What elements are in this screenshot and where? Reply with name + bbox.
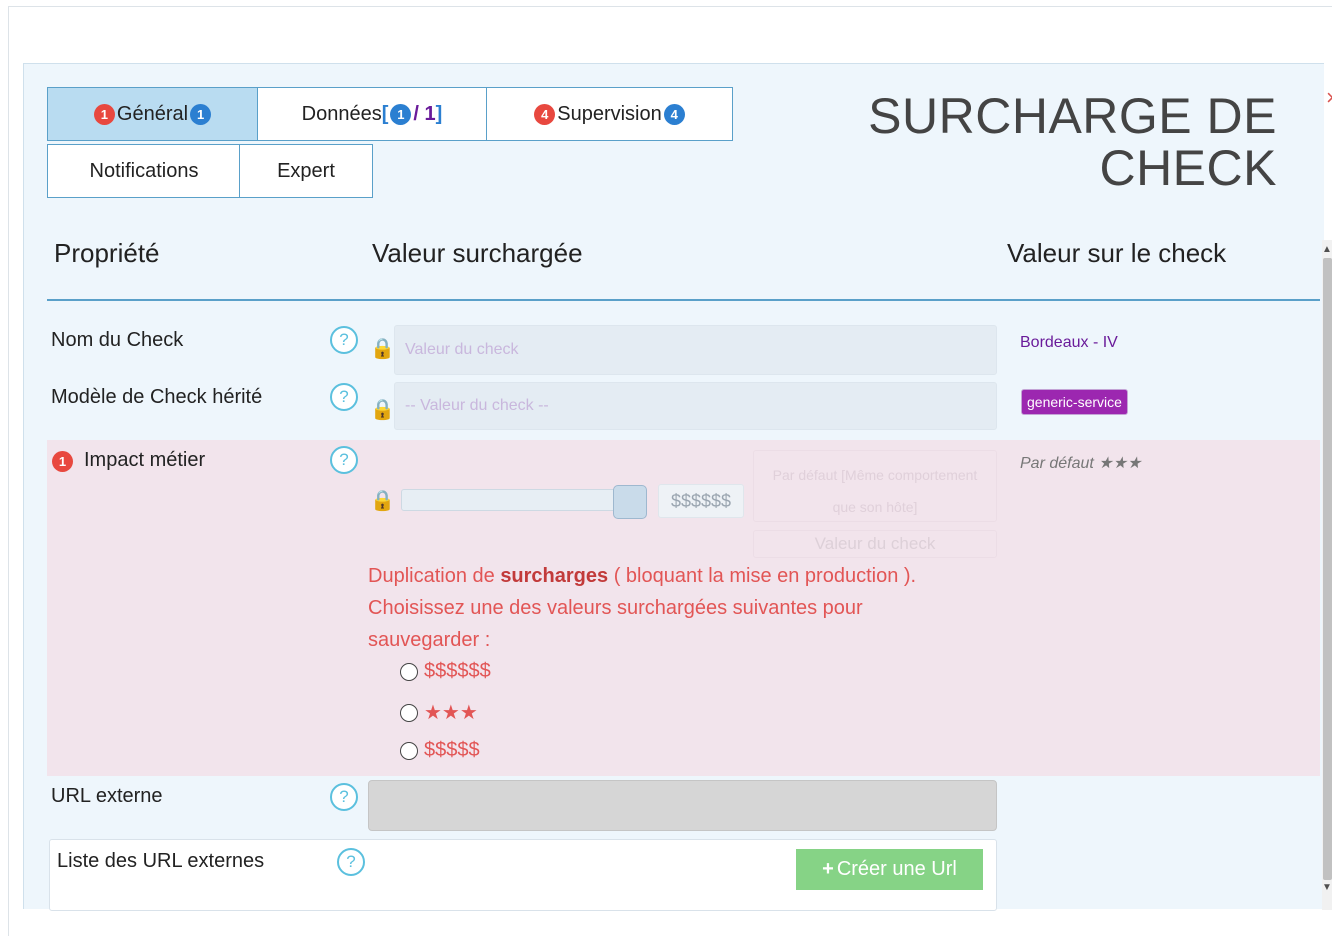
tab-donnees-close-bracket: ]	[435, 102, 443, 125]
scroll-down-arrow-icon[interactable]: ▼	[1322, 882, 1332, 894]
tab-donnees-total: / 1	[413, 102, 436, 125]
close-icon[interactable]: ×	[1326, 85, 1332, 111]
page-title: SURCHARGE DE CHECK	[868, 90, 1277, 194]
override-option-3-radio[interactable]	[400, 741, 418, 760]
page-title-line2: CHECK	[1099, 140, 1277, 196]
check-name-value: Bordeaux - IV	[1020, 334, 1118, 351]
override-option-3[interactable]: $$$$$	[400, 739, 480, 762]
check-name-lock-icon: 🔒	[370, 338, 395, 360]
external-url-list-label: Liste des URL externes	[57, 850, 265, 872]
tab-donnees-count-badge: 1	[390, 103, 412, 125]
duplicate-message-keyword: surcharges	[500, 565, 609, 587]
frame-top-border	[8, 6, 1332, 7]
column-header-check-value: Valeur sur le check	[1007, 238, 1227, 268]
check-name-input[interactable]: Valeur du check	[394, 325, 997, 375]
impact-error-badge: 1	[52, 451, 73, 472]
check-name-help-icon[interactable]: ?	[330, 326, 358, 354]
tab-donnees-open-bracket: [	[381, 102, 389, 125]
check-name-label: Nom du Check	[51, 329, 184, 351]
override-option-1-label: $$$$$$	[424, 660, 491, 682]
inherited-model-tag: generic-service	[1021, 389, 1128, 415]
page-title-line1: SURCHARGE DE	[868, 88, 1277, 144]
external-url-label: URL externe	[51, 785, 163, 807]
tab-general-count-badge: 1	[190, 103, 212, 125]
scroll-up-arrow-icon[interactable]: ▲	[1322, 244, 1332, 256]
inherited-model-label: Modèle de Check hérité	[51, 386, 263, 408]
tab-notifications-label: Notifications	[89, 159, 199, 182]
column-header-override: Valeur surchargée	[372, 238, 583, 268]
tab-general-error-badge: 1	[93, 103, 115, 125]
impact-slider-handle[interactable]	[613, 485, 647, 519]
override-option-1[interactable]: $$$$$$	[400, 660, 491, 683]
override-option-1-radio[interactable]	[400, 662, 418, 681]
tab-expert-label: Expert	[277, 159, 335, 182]
external-url-help-icon[interactable]: ?	[330, 783, 358, 811]
column-header-property: Propriété	[54, 238, 160, 268]
override-option-3-label: $$$$$	[424, 739, 480, 761]
tab-donnees-label: Données	[301, 102, 382, 125]
tab-donnees[interactable]: Données [ 1 / 1 ]	[257, 87, 487, 141]
impact-slider-value: $$$$$$	[658, 484, 744, 518]
frame-left-border	[8, 6, 9, 936]
impact-default-behavior-text: Par défaut [Même comportement que son hô…	[753, 450, 997, 522]
tab-notifications[interactable]: Notifications	[47, 144, 241, 198]
impact-lock-icon: 🔒	[370, 490, 395, 512]
impact-help-icon[interactable]: ?	[330, 446, 358, 474]
header-divider	[47, 299, 1320, 301]
inherited-model-select[interactable]: -- Valeur du check --	[394, 382, 997, 430]
impact-check-value-button[interactable]: Valeur du check	[753, 530, 997, 558]
inherited-model-lock-icon: 🔒	[370, 399, 395, 421]
inherited-model-help-icon[interactable]: ?	[330, 383, 358, 411]
tab-supervision-label: Supervision	[557, 102, 662, 125]
tab-supervision-count-badge: 4	[663, 103, 685, 125]
impact-default-value: Par défaut ★★★	[1020, 455, 1142, 472]
override-option-2[interactable]: ★★★	[400, 700, 478, 725]
external-url-list-help-icon[interactable]: ?	[337, 848, 365, 876]
override-option-2-label: ★★★	[424, 702, 478, 724]
tab-general-label: Général	[116, 102, 189, 125]
scrollbar-thumb[interactable]	[1323, 258, 1332, 880]
duplicate-override-message: Duplication de surcharges ( bloquant la …	[368, 560, 968, 656]
tab-expert[interactable]: Expert	[239, 144, 373, 198]
impact-label: Impact métier	[84, 449, 206, 471]
tab-supervision[interactable]: 4 Supervision 4	[486, 87, 733, 141]
tab-general[interactable]: 1 Général 1	[47, 87, 258, 141]
create-url-button-label: Créer une Url	[836, 858, 957, 880]
impact-slider-track[interactable]	[401, 489, 625, 511]
override-option-2-radio[interactable]	[400, 703, 418, 722]
plus-icon: +	[822, 858, 834, 880]
duplicate-message-prefix: Duplication de	[368, 565, 501, 587]
external-url-input[interactable]	[368, 780, 997, 831]
tab-supervision-error-badge: 4	[534, 103, 556, 125]
create-url-button[interactable]: + Créer une Url	[796, 849, 983, 890]
